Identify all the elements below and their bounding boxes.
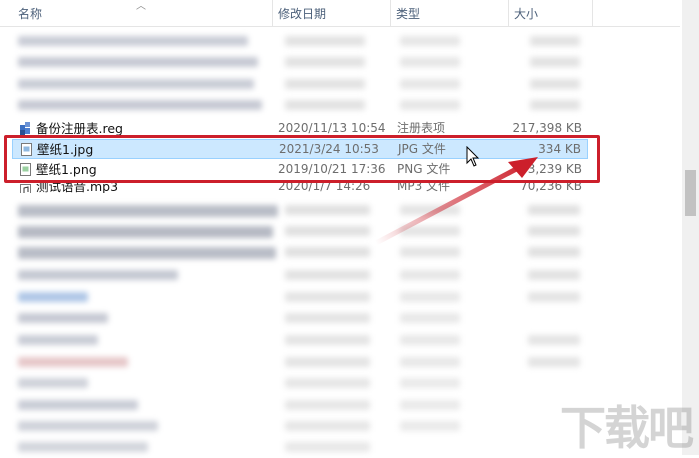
scrollbar-thumb[interactable] [685, 170, 696, 216]
arrow-annotation [373, 157, 538, 246]
watermark-logo: 下载吧 [560, 401, 694, 455]
arrow-head [508, 157, 538, 178]
mouse-cursor-icon [466, 146, 480, 167]
vertical-scrollbar[interactable] [682, 0, 699, 455]
arrow-shaft [373, 163, 525, 246]
